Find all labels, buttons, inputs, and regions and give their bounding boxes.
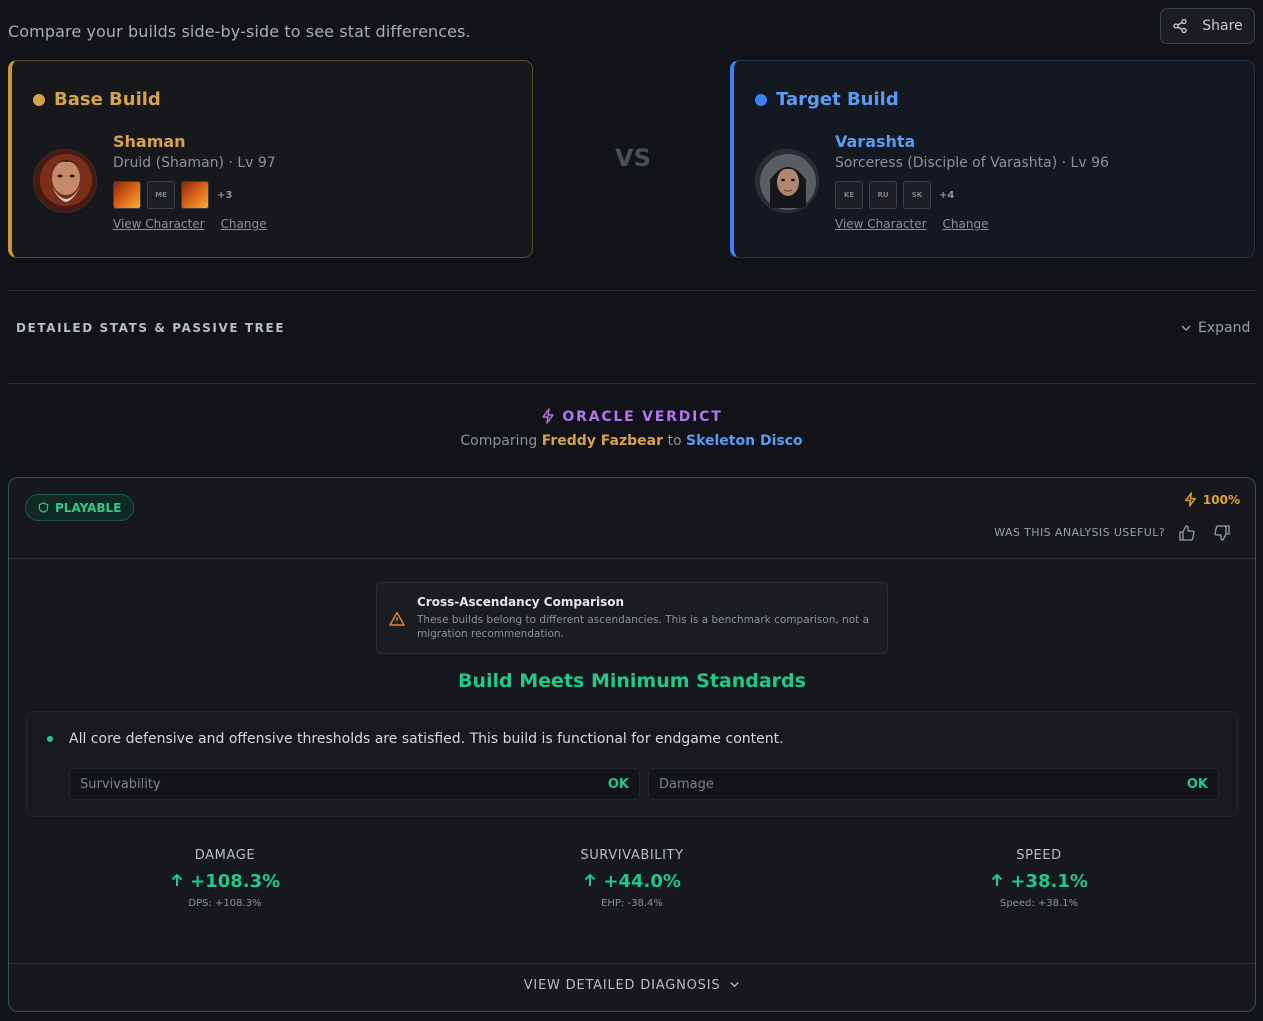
thumbs-up-icon[interactable] bbox=[1177, 523, 1197, 543]
share-label: Share bbox=[1202, 18, 1243, 34]
metric-label: Survivability bbox=[80, 776, 161, 792]
base-character-name: Shaman bbox=[113, 132, 186, 151]
expand-button[interactable]: Expand bbox=[1180, 320, 1250, 336]
base-character-class: Druid (Shaman) · Lv 97 bbox=[113, 155, 276, 171]
lightning-icon bbox=[1185, 492, 1196, 507]
more-skills-count: +4 bbox=[939, 189, 955, 201]
more-skills-count: +3 bbox=[217, 189, 233, 201]
expand-label: Expand bbox=[1198, 320, 1251, 336]
target-view-character-link[interactable]: View Character bbox=[835, 217, 927, 231]
shaman-avatar bbox=[33, 149, 97, 213]
page-intro: Compare your builds side-by-side to see … bbox=[8, 22, 471, 41]
compare-target-name: Skeleton Disco bbox=[685, 433, 803, 449]
stat-label: DAMAGE bbox=[194, 848, 256, 863]
target-character-class: Sorceress (Disciple of Varashta) · Lv 96 bbox=[835, 155, 1109, 171]
vs-label: VS bbox=[615, 144, 651, 172]
base-change-link[interactable]: Change bbox=[221, 217, 267, 231]
survivability-stat: SURVIVABILITY +44.0% EHP: -38.4% bbox=[432, 848, 832, 909]
stat-value: +44.0% bbox=[432, 871, 832, 892]
feedback-prompt: WAS THIS ANALYSIS USEFUL? bbox=[994, 526, 1165, 539]
fire-skill-icon[interactable] bbox=[113, 181, 141, 209]
base-skill-list: ME +3 bbox=[113, 181, 232, 209]
target-build-card: Target Build Varashta Sorceress (Discipl… bbox=[730, 60, 1255, 258]
check-summary: All core defensive and offensive thresho… bbox=[69, 731, 784, 747]
metric-status: OK bbox=[1186, 776, 1208, 792]
oracle-title-text: ORACLE VERDICT bbox=[562, 409, 723, 425]
metric-status: OK bbox=[607, 776, 629, 792]
verdict-panel: PLAYABLE 100% WAS THIS ANALYSIS USEFUL? … bbox=[8, 477, 1256, 1012]
survivability-metric: Survivability OK bbox=[69, 768, 640, 800]
fire-skill-icon[interactable] bbox=[181, 181, 209, 209]
comparing-joiner: to bbox=[667, 433, 682, 449]
score-value: 100% bbox=[1202, 492, 1240, 507]
skill-gem-icon[interactable]: RU bbox=[869, 181, 897, 209]
notice-text: These builds belong to different ascenda… bbox=[417, 614, 870, 640]
comparing-prefix: Comparing bbox=[460, 433, 538, 449]
thumbs-down-icon[interactable] bbox=[1212, 523, 1232, 543]
stat-value: +38.1% bbox=[839, 871, 1239, 892]
chevron-down-icon bbox=[730, 982, 739, 988]
skill-gem-icon[interactable]: ME bbox=[147, 181, 175, 209]
stat-value: +108.3% bbox=[25, 871, 425, 892]
skill-gem-icon[interactable]: SK bbox=[903, 181, 931, 209]
stat-label: SURVIVABILITY bbox=[580, 848, 684, 863]
stat-value-text: +108.3% bbox=[190, 871, 281, 892]
skill-gem-icon[interactable]: KE bbox=[835, 181, 863, 209]
threshold-checks: All core defensive and offensive thresho… bbox=[26, 711, 1238, 817]
base-build-title: Base Build bbox=[33, 89, 161, 110]
panel-divider bbox=[9, 963, 1255, 964]
notice-title: Cross-Ascendancy Comparison bbox=[417, 595, 625, 609]
section-divider bbox=[8, 290, 1256, 291]
damage-stat: DAMAGE +108.3% DPS: +108.3% bbox=[25, 848, 425, 909]
stat-detail: Speed: +38.1% bbox=[999, 898, 1079, 909]
damage-metric: Damage OK bbox=[648, 768, 1219, 800]
diagnosis-label: VIEW DETAILED DIAGNOSIS bbox=[523, 978, 721, 993]
speed-stat: SPEED +38.1% Speed: +38.1% bbox=[839, 848, 1239, 909]
shield-icon bbox=[38, 502, 49, 513]
target-character-name: Varashta bbox=[835, 132, 916, 151]
stat-detail: DPS: +108.3% bbox=[188, 898, 262, 909]
badge-label: PLAYABLE bbox=[55, 500, 122, 515]
target-build-dot bbox=[755, 93, 767, 106]
stat-label: SPEED bbox=[1016, 848, 1062, 863]
base-build-card: Base Build Shaman Druid (Shaman) · Lv 97… bbox=[8, 60, 533, 258]
metric-label: Damage bbox=[659, 776, 714, 792]
panel-divider bbox=[9, 558, 1255, 559]
arrow-up-icon bbox=[171, 873, 183, 886]
section-divider bbox=[8, 383, 1256, 384]
share-icon bbox=[1173, 18, 1187, 34]
stat-value-text: +44.0% bbox=[603, 871, 681, 892]
stat-value-text: +38.1% bbox=[1010, 871, 1088, 892]
target-build-title: Target Build bbox=[755, 89, 899, 110]
cross-ascendancy-notice: Cross-Ascendancy Comparison These builds… bbox=[376, 582, 888, 654]
lightning-icon bbox=[542, 408, 555, 424]
share-button[interactable]: Share bbox=[1160, 8, 1255, 44]
target-build-heading: Target Build bbox=[776, 89, 899, 110]
base-view-character-link[interactable]: View Character bbox=[113, 217, 205, 231]
verdict-headline: Build Meets Minimum Standards bbox=[458, 670, 806, 692]
status-dot bbox=[47, 736, 53, 742]
comparing-line: Comparing Freddy Fazbear to Skeleton Dis… bbox=[0, 433, 1263, 449]
confidence-score: 100% bbox=[1183, 492, 1240, 507]
base-build-heading: Base Build bbox=[54, 89, 161, 110]
sorceress-avatar bbox=[755, 149, 819, 213]
target-skill-list: KE RU SK +4 bbox=[835, 181, 954, 209]
chevron-down-icon bbox=[1181, 325, 1191, 331]
warning-icon bbox=[389, 611, 405, 626]
playable-badge: PLAYABLE bbox=[25, 494, 135, 521]
arrow-up-icon bbox=[991, 873, 1003, 886]
details-section-label: DETAILED STATS & PASSIVE TREE bbox=[16, 321, 286, 335]
compare-base-name: Freddy Fazbear bbox=[541, 433, 664, 449]
oracle-verdict-title: ORACLE VERDICT bbox=[0, 408, 1263, 425]
arrow-up-icon bbox=[584, 873, 596, 886]
view-diagnosis-button[interactable]: VIEW DETAILED DIAGNOSIS bbox=[9, 978, 1255, 993]
stat-detail: EHP: -38.4% bbox=[601, 898, 663, 909]
base-build-dot bbox=[33, 93, 45, 106]
target-change-link[interactable]: Change bbox=[943, 217, 989, 231]
